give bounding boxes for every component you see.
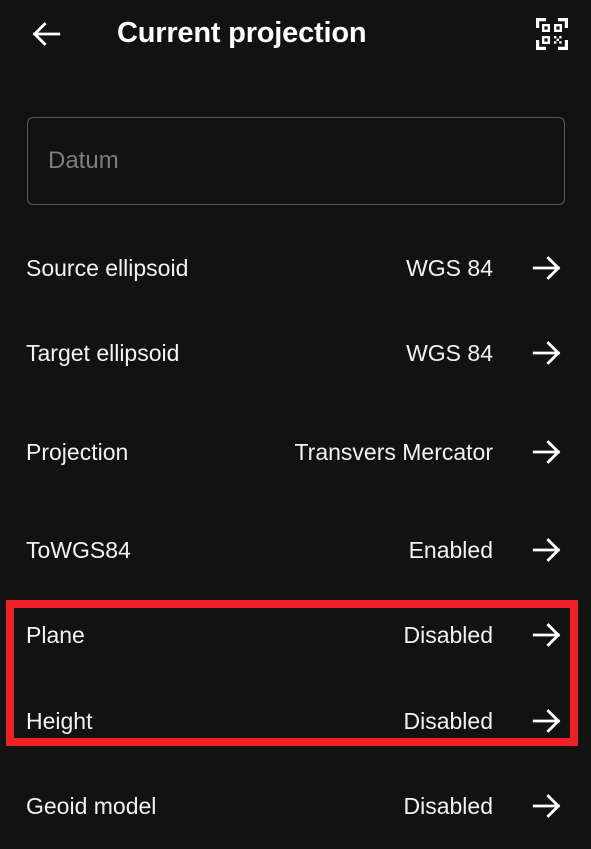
row-value: WGS 84: [406, 339, 493, 366]
row-value: Enabled: [408, 536, 493, 563]
datum-input[interactable]: [27, 117, 565, 205]
row-value: Transvers Mercator: [294, 438, 493, 465]
row-label: Height: [26, 707, 93, 734]
arrow-right-icon: [527, 701, 567, 741]
arrow-right-icon: [527, 333, 567, 373]
row-label: Geoid model: [26, 792, 157, 819]
row-value: Disabled: [403, 707, 494, 734]
projection-settings-screen: Current projection Datum Source ellipsoi…: [0, 0, 591, 849]
qr-scan-icon: [534, 16, 570, 57]
arrow-right-icon: [527, 530, 567, 570]
arrow-right-icon: [527, 248, 567, 288]
setting-row-target-ellipsoid[interactable]: Target ellipsoid WGS 84: [0, 322, 591, 384]
setting-row-towgs84[interactable]: ToWGS84 Enabled: [0, 519, 591, 581]
app-bar: Current projection: [0, 0, 591, 72]
qr-scan-button[interactable]: [528, 12, 576, 60]
row-value: WGS 84: [406, 254, 493, 281]
row-label: Source ellipsoid: [26, 254, 189, 281]
row-value: Disabled: [403, 621, 494, 648]
row-label: Projection: [26, 438, 129, 465]
setting-row-plane[interactable]: Plane Disabled: [0, 604, 591, 666]
setting-row-projection[interactable]: Projection Transvers Mercator: [0, 421, 591, 483]
setting-row-source-ellipsoid[interactable]: Source ellipsoid WGS 84: [0, 237, 591, 299]
row-label: ToWGS84: [26, 536, 131, 563]
row-value: Disabled: [403, 792, 494, 819]
arrow-right-icon: [527, 786, 567, 826]
setting-row-geoid-model[interactable]: Geoid model Disabled: [0, 775, 591, 837]
arrow-left-icon: [29, 17, 63, 56]
setting-row-height[interactable]: Height Disabled: [0, 690, 591, 752]
row-label: Plane: [26, 621, 85, 648]
back-button[interactable]: [22, 14, 70, 58]
row-label: Target ellipsoid: [26, 339, 180, 366]
arrow-right-icon: [527, 615, 567, 655]
page-title: Current projection: [117, 17, 367, 49]
arrow-right-icon: [527, 432, 567, 472]
